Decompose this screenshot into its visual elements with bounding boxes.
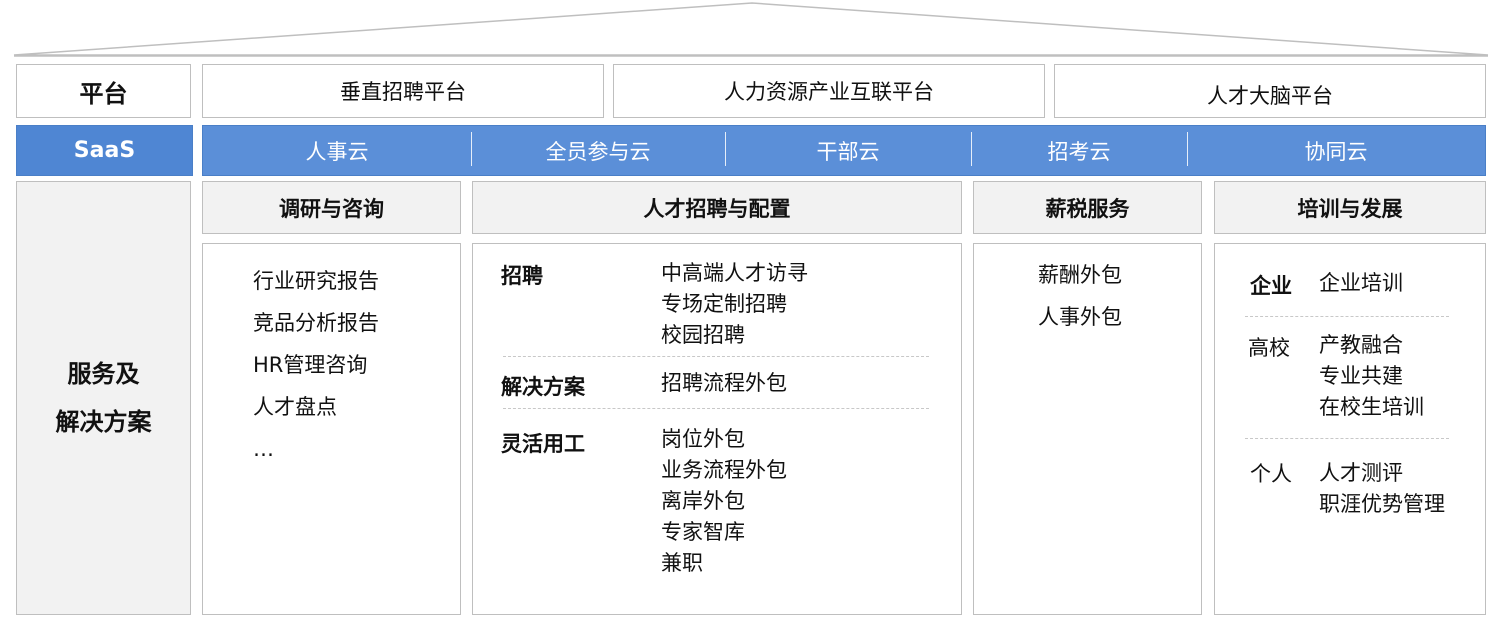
list-item: 专家智库 <box>661 520 745 544</box>
saas-label: SaaS <box>16 125 193 176</box>
list-item: 行业研究报告 <box>253 269 379 293</box>
university-items: 产教融合 专业共建 在校生培训 <box>1319 330 1424 423</box>
individual-items: 人才测评 职涯优势管理 <box>1319 458 1445 520</box>
category-payroll-tax: 薪税服务 <box>973 181 1202 234</box>
list-item: 人才测评 <box>1319 461 1403 485</box>
list-item: … <box>253 437 274 461</box>
training-development-panel: 企业 企业培训 高校 产教融合 专业共建 在校生培训 个人 人才测评 职涯优势管… <box>1214 243 1486 615</box>
list-item: 离岸外包 <box>661 489 745 513</box>
list-item: 专场定制招聘 <box>661 292 787 316</box>
list-item: 薪酬外包 <box>1038 263 1122 287</box>
list-item: 企业培训 <box>1319 271 1403 295</box>
group-name-solutions: 解决方案 <box>501 375 585 399</box>
payroll-tax-panel: 薪酬外包 人事外包 <box>973 243 1202 615</box>
divider <box>503 356 929 357</box>
group-name-recruitment: 招聘 <box>501 264 543 288</box>
list-item: 专业共建 <box>1319 364 1403 388</box>
group-name-flexible-employment: 灵活用工 <box>501 432 585 456</box>
saas-ganbu-cloud: 干部云 <box>816 139 880 164</box>
enterprise-items: 企业培训 <box>1319 268 1403 299</box>
talent-recruitment-panel: 招聘 中高端人才访寻 专场定制招聘 校园招聘 解决方案 招聘流程外包 灵活用工 … <box>472 243 962 615</box>
platform-vertical-recruitment: 垂直招聘平台 <box>202 64 604 118</box>
recruitment-items: 中高端人才访寻 专场定制招聘 校园招聘 <box>661 258 808 351</box>
platform-label: 平台 <box>16 64 191 118</box>
list-item: 校园招聘 <box>661 323 745 347</box>
research-consulting-panel: 行业研究报告 竞品分析报告 HR管理咨询 人才盘点 … <box>202 243 461 615</box>
saas-renshi-cloud: 人事云 <box>305 139 369 164</box>
services-label: 服务及 解决方案 <box>16 181 191 615</box>
flexible-employment-items: 岗位外包 业务流程外包 离岸外包 专家智库 兼职 <box>661 424 787 579</box>
platform-hr-industry-internet: 人力资源产业互联平台 <box>613 64 1045 118</box>
saas-bar: 人事云 全员参与云 干部云 招考云 协同云 <box>202 125 1486 176</box>
list-item: 人事外包 <box>1038 305 1122 329</box>
category-research-consulting: 调研与咨询 <box>202 181 461 234</box>
list-item: 兼职 <box>661 551 703 575</box>
group-name-university: 高校 <box>1248 336 1290 360</box>
roof-shape <box>13 2 1489 57</box>
research-consulting-list: 行业研究报告 竞品分析报告 HR管理咨询 人才盘点 … <box>253 260 379 470</box>
list-item: 人才盘点 <box>253 395 337 419</box>
list-item: 产教融合 <box>1319 333 1403 357</box>
list-item: 职涯优势管理 <box>1319 492 1445 516</box>
list-item: 竞品分析报告 <box>253 311 379 335</box>
saas-zhaokao-cloud: 招考云 <box>1047 139 1111 164</box>
divider <box>503 408 929 409</box>
saas-xietong-cloud: 协同云 <box>1304 139 1368 164</box>
category-training-development: 培训与发展 <box>1214 181 1486 234</box>
saas-quanyuan-cloud: 全员参与云 <box>545 139 651 164</box>
group-name-individual: 个人 <box>1250 462 1292 486</box>
list-item: 招聘流程外包 <box>661 371 787 395</box>
list-item: 岗位外包 <box>661 427 745 451</box>
list-item: 业务流程外包 <box>661 458 787 482</box>
group-name-enterprise: 企业 <box>1250 274 1292 298</box>
list-item: 在校生培训 <box>1319 395 1424 419</box>
divider <box>1245 438 1449 439</box>
payroll-tax-list: 薪酬外包 人事外包 <box>1038 254 1122 338</box>
list-item: 中高端人才访寻 <box>661 261 808 285</box>
category-talent-recruitment: 人才招聘与配置 <box>472 181 962 234</box>
divider <box>1245 316 1449 317</box>
platform-talent-brain: 人才大脑平台 <box>1054 64 1486 118</box>
list-item: HR管理咨询 <box>253 353 368 377</box>
solutions-items: 招聘流程外包 <box>661 368 787 399</box>
